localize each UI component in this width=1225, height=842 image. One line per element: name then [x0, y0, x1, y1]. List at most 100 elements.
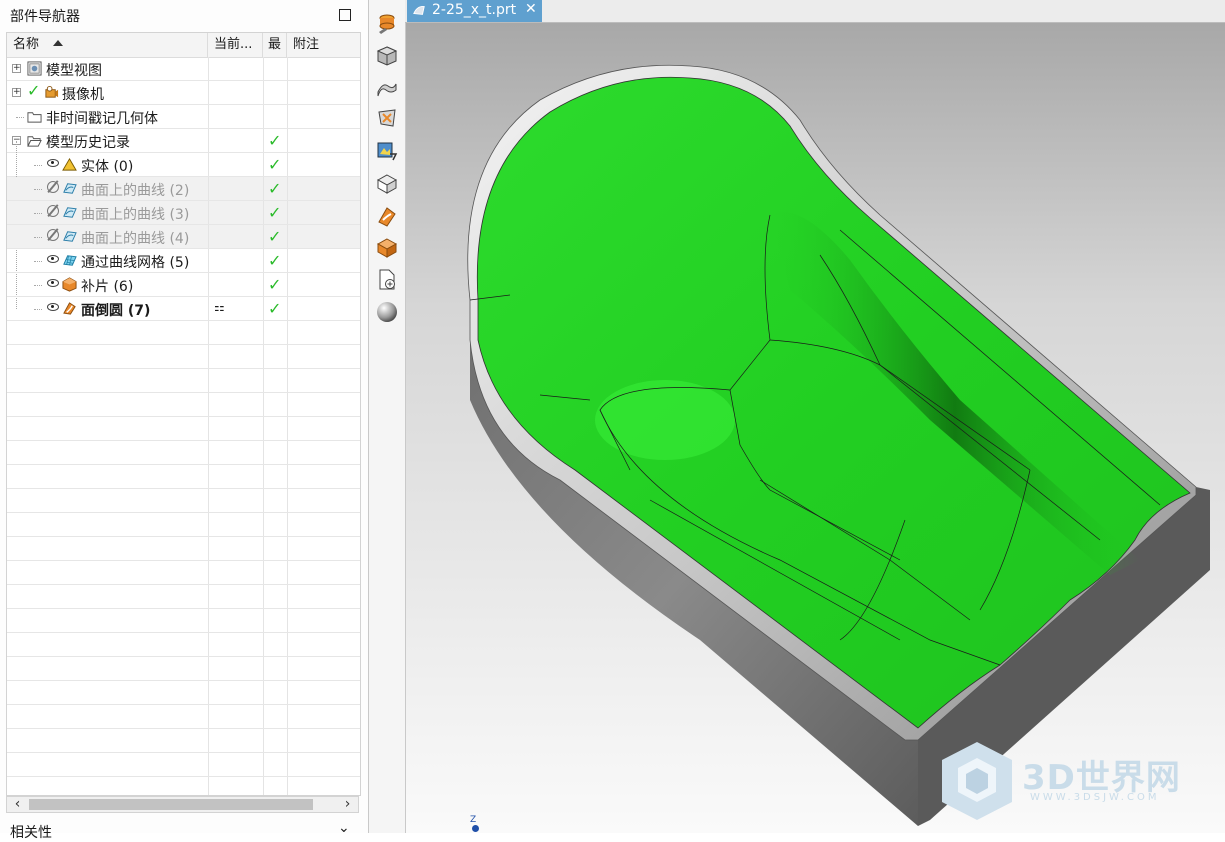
empty-row [7, 441, 360, 465]
empty-cell [7, 609, 209, 632]
close-icon[interactable]: ✕ [525, 1, 537, 17]
empty-row [7, 489, 360, 513]
empty-cell [287, 441, 360, 464]
empty-cell [7, 777, 209, 795]
scroll-thumb[interactable] [29, 799, 313, 810]
column-name[interactable]: 名称 [7, 33, 208, 57]
empty-cell [287, 681, 360, 704]
empty-row [7, 321, 360, 345]
empty-cell [208, 729, 264, 752]
tab-part-file[interactable]: 2-25_x_t.prt ✕ [407, 0, 542, 22]
empty-cell [287, 345, 360, 368]
empty-cell [208, 753, 264, 776]
curve-on-surface-icon [63, 183, 77, 194]
constraint-navigator-icon[interactable] [375, 76, 399, 100]
empty-cell [263, 561, 288, 584]
current-cell [208, 81, 264, 104]
chevron-down-icon[interactable]: ⌄ [338, 820, 350, 836]
graphics-viewport[interactable]: Z [406, 23, 1225, 833]
expand-icon[interactable]: + [12, 88, 21, 97]
empty-row [7, 369, 360, 393]
expand-icon[interactable]: + [12, 64, 21, 73]
empty-cell [287, 417, 360, 440]
visible-eye-icon[interactable] [47, 303, 59, 311]
tree-row-feature[interactable]: 曲面上的曲线 (3) ✓ [7, 201, 360, 225]
current-cell [208, 129, 264, 152]
related-section-title[interactable]: 相关性 [10, 822, 52, 842]
empty-row [7, 537, 360, 561]
camera-icon [45, 85, 59, 98]
empty-cell [7, 729, 209, 752]
empty-cell [208, 585, 264, 608]
tree-item-label: 曲面上的曲线 (2) [81, 183, 190, 199]
empty-cell [208, 489, 264, 512]
tree-row-model-history[interactable]: − 模型历史记录 ✓ [7, 129, 360, 153]
tree-item-label: 曲面上的曲线 (4) [81, 231, 190, 247]
visible-eye-icon[interactable] [47, 279, 59, 287]
latest-check-icon: ✓ [268, 155, 282, 174]
scroll-right-icon[interactable]: › [339, 797, 356, 812]
latest-check-icon: ✓ [268, 275, 282, 294]
tree-row-feature[interactable]: 通过曲线网格 (5) ✓ [7, 249, 360, 273]
empty-cell [263, 585, 288, 608]
column-notes[interactable]: 附注 [287, 33, 360, 57]
hidden-eye-icon[interactable] [47, 205, 59, 217]
tree-row-non-timestamp-geometry[interactable]: 非时间戳记几何体 [7, 105, 360, 129]
tree-row-feature[interactable]: 曲面上的曲线 (4) ✓ [7, 225, 360, 249]
empty-cell [7, 393, 209, 416]
roles-icon[interactable] [375, 236, 399, 260]
tree-connector [34, 213, 42, 214]
notes-cell [287, 249, 360, 272]
tree-row-cameras[interactable]: + ✓ 摄像机 [7, 81, 360, 105]
current-cell: ⚏ [208, 297, 264, 320]
tree-row-feature-current[interactable]: 面倒圆 (7) ⚏ ✓ [7, 297, 360, 321]
tree-connector [34, 237, 42, 238]
process-studio-icon[interactable] [375, 204, 399, 228]
curve-on-surface-icon [63, 207, 77, 218]
empty-cell [7, 369, 209, 392]
tree-connector [16, 117, 24, 118]
empty-cell [263, 681, 288, 704]
hidden-eye-icon[interactable] [47, 181, 59, 193]
scroll-left-icon[interactable]: ‹ [9, 797, 26, 812]
empty-cell [7, 441, 209, 464]
tree-row-feature[interactable]: 实体 (0) ✓ [7, 141, 360, 309]
horizontal-scrollbar[interactable]: ‹ › [6, 796, 359, 813]
part-navigator-icon[interactable] [375, 44, 399, 68]
folder-open-icon [27, 136, 42, 147]
tree-item-label: 模型视图 [46, 63, 102, 79]
column-current[interactable]: 当前... [208, 33, 263, 57]
tree-row-model-views[interactable]: + 模型视图 [7, 57, 360, 81]
system-material-icon[interactable] [375, 172, 399, 196]
tree-row-feature[interactable]: 曲面上的曲线 (2) ✓ [7, 177, 360, 201]
empty-cell [263, 489, 288, 512]
notes-cell [287, 273, 360, 296]
empty-row [7, 633, 360, 657]
history-icon[interactable] [375, 140, 399, 164]
assembly-navigator-icon[interactable] [375, 12, 399, 36]
navigator-tree: 名称 当前... 最 附注 + 模型视图 + ✓ 摄像机 非时间戳记几何体 − … [6, 32, 361, 796]
tree-item-label: 模型历史记录 [46, 135, 130, 151]
hidden-eye-icon[interactable] [47, 229, 59, 241]
empty-row [7, 609, 360, 633]
visible-eye-icon[interactable] [47, 159, 59, 167]
new-page-icon[interactable] [375, 268, 399, 292]
tree-row-feature[interactable]: 补片 (6) ✓ [7, 273, 360, 297]
check-icon: ✓ [27, 81, 41, 100]
sort-ascending-icon [53, 40, 64, 46]
reuse-library-icon[interactable] [375, 106, 399, 130]
sphere-icon[interactable] [375, 300, 399, 324]
column-latest[interactable]: 最 [263, 33, 287, 57]
latest-cell: ✓ [263, 225, 288, 248]
current-cell [208, 201, 264, 224]
empty-cell [263, 537, 288, 560]
maximize-icon[interactable] [339, 9, 351, 21]
current-cell [208, 225, 264, 248]
empty-row [7, 585, 360, 609]
empty-cell [7, 537, 209, 560]
visible-eye-icon[interactable] [47, 255, 59, 263]
model-3d-view[interactable] [406, 23, 1225, 833]
empty-cell [263, 345, 288, 368]
tree-item-label: 曲面上的曲线 (3) [81, 207, 190, 223]
latest-cell: ✓ [263, 297, 288, 320]
